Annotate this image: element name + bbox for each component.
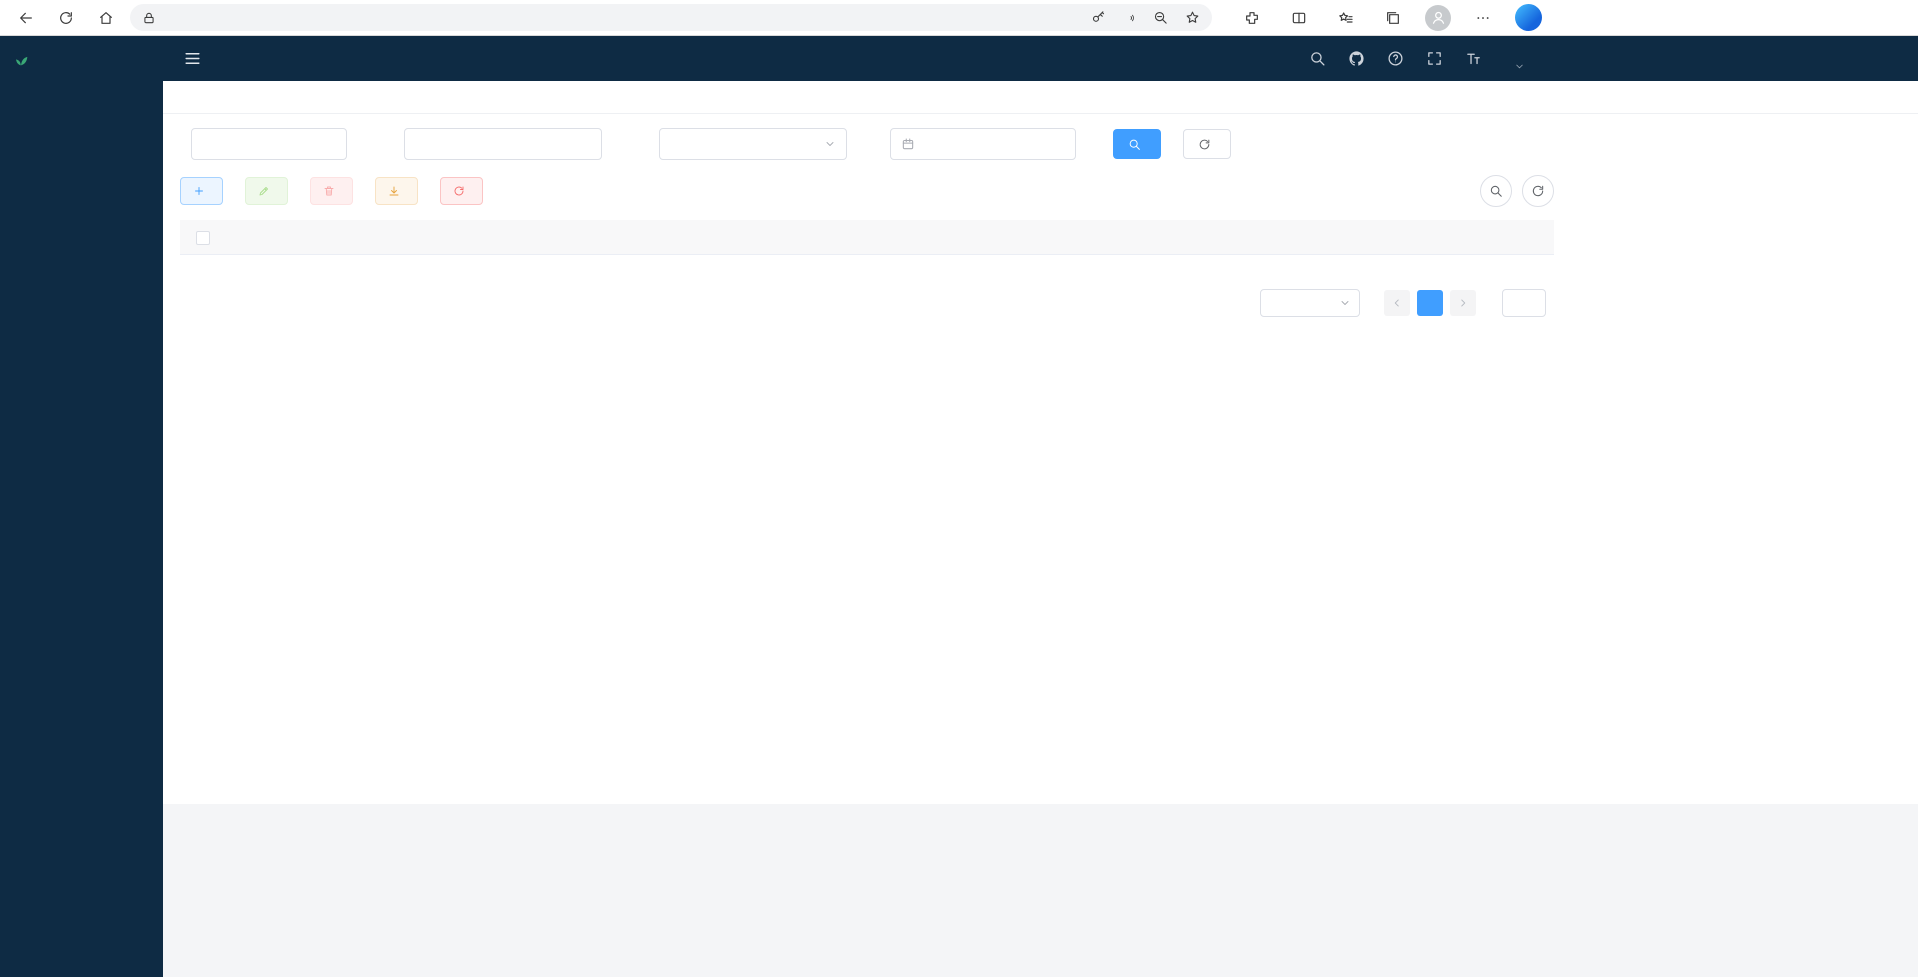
refresh-cache-button[interactable] [440, 177, 483, 205]
browser-back-button[interactable] [10, 3, 41, 33]
chevron-right-icon [1457, 297, 1469, 309]
col-header-type [620, 220, 817, 254]
prev-page-button[interactable] [1384, 290, 1410, 316]
help-icon[interactable] [1387, 50, 1404, 67]
header-actions [1309, 45, 1525, 72]
chevron-left-icon [1391, 297, 1403, 309]
app-logo [0, 36, 163, 82]
table-toolbar [180, 175, 1554, 207]
chevron-down-icon [824, 138, 836, 150]
user-menu-caret-icon[interactable] [1514, 61, 1525, 72]
hamburger-icon[interactable] [183, 49, 202, 68]
col-header-id [226, 220, 423, 254]
main-area [163, 36, 1918, 977]
select-all-checkbox[interactable] [196, 231, 210, 245]
delete-button[interactable] [310, 177, 353, 205]
search-button[interactable] [1113, 129, 1161, 159]
content [163, 114, 1918, 804]
sidebar [0, 36, 163, 977]
goto-page-input[interactable] [1502, 289, 1546, 317]
col-header-status [817, 220, 1013, 254]
edit-icon [258, 185, 270, 197]
browser-refresh-button[interactable] [50, 3, 81, 33]
dict-table [180, 220, 1554, 255]
browser-actions [1237, 3, 1542, 33]
font-size-icon[interactable] [1465, 50, 1482, 67]
ellipsis-icon [1475, 10, 1491, 26]
read-aloud-waves-icon [1124, 12, 1136, 24]
tab-bar [163, 81, 1918, 114]
calendar-icon [901, 137, 915, 151]
split-screen-icon[interactable] [1284, 3, 1314, 33]
status-select[interactable] [659, 128, 847, 160]
address-bar[interactable] [130, 4, 1212, 31]
page-number-button[interactable] [1417, 290, 1443, 316]
app [0, 36, 1918, 977]
export-button[interactable] [375, 177, 418, 205]
zoom-out-icon[interactable] [1153, 10, 1168, 25]
chevron-down-icon [1339, 297, 1351, 309]
split-icon [1291, 10, 1307, 26]
browser-home-button[interactable] [90, 3, 121, 33]
next-page-button[interactable] [1450, 290, 1476, 316]
date-range-picker[interactable] [890, 128, 1076, 160]
site-info-lock-icon[interactable] [142, 11, 156, 25]
read-aloud-icon[interactable] [1123, 12, 1136, 24]
page-background [163, 804, 1918, 977]
favorites-add-star-icon[interactable] [1185, 10, 1200, 25]
col-header-name [423, 220, 620, 254]
reset-icon [1198, 138, 1211, 151]
plus-icon [193, 185, 205, 197]
refresh-icon [453, 185, 465, 197]
pagination [180, 289, 1554, 317]
password-key-icon[interactable] [1091, 10, 1106, 25]
refresh-table-button[interactable] [1522, 175, 1554, 207]
col-header-remark [1013, 220, 1209, 254]
home-icon [98, 10, 114, 26]
collections-icon[interactable] [1378, 3, 1408, 33]
refresh-icon [1531, 184, 1545, 198]
browser-toolbar [0, 0, 1918, 36]
star-lines-icon [1338, 10, 1354, 26]
fullscreen-icon[interactable] [1426, 50, 1443, 67]
table-header-row [180, 220, 1554, 254]
bing-icon[interactable] [1515, 4, 1542, 31]
add-button[interactable] [180, 177, 223, 205]
toggle-search-button[interactable] [1480, 175, 1512, 207]
col-header-created [1209, 220, 1347, 254]
app-header [163, 36, 1918, 81]
trash-icon [323, 185, 335, 197]
col-header-actions [1347, 220, 1554, 254]
puzzle-icon [1244, 10, 1260, 26]
search-icon [1128, 138, 1141, 151]
dict-type-input[interactable] [404, 128, 602, 160]
github-icon[interactable] [1348, 50, 1365, 67]
header-search-icon[interactable] [1309, 50, 1326, 67]
search-icon [1489, 184, 1503, 198]
edit-button[interactable] [245, 177, 288, 205]
refresh-icon [58, 10, 74, 26]
dict-name-input[interactable] [191, 128, 347, 160]
favorites-bar-icon[interactable] [1331, 3, 1361, 33]
download-icon [388, 185, 400, 197]
person-icon [1430, 9, 1447, 26]
back-icon [18, 10, 34, 26]
filter-bar [180, 128, 1554, 160]
collections-stack-icon [1385, 10, 1401, 26]
logo-leaf-icon [13, 51, 29, 67]
browser-menu-icon[interactable] [1468, 3, 1498, 33]
page-size-select[interactable] [1260, 289, 1360, 317]
extensions-icon[interactable] [1237, 3, 1267, 33]
browser-profile-avatar[interactable] [1425, 5, 1451, 31]
reset-button[interactable] [1183, 129, 1231, 159]
